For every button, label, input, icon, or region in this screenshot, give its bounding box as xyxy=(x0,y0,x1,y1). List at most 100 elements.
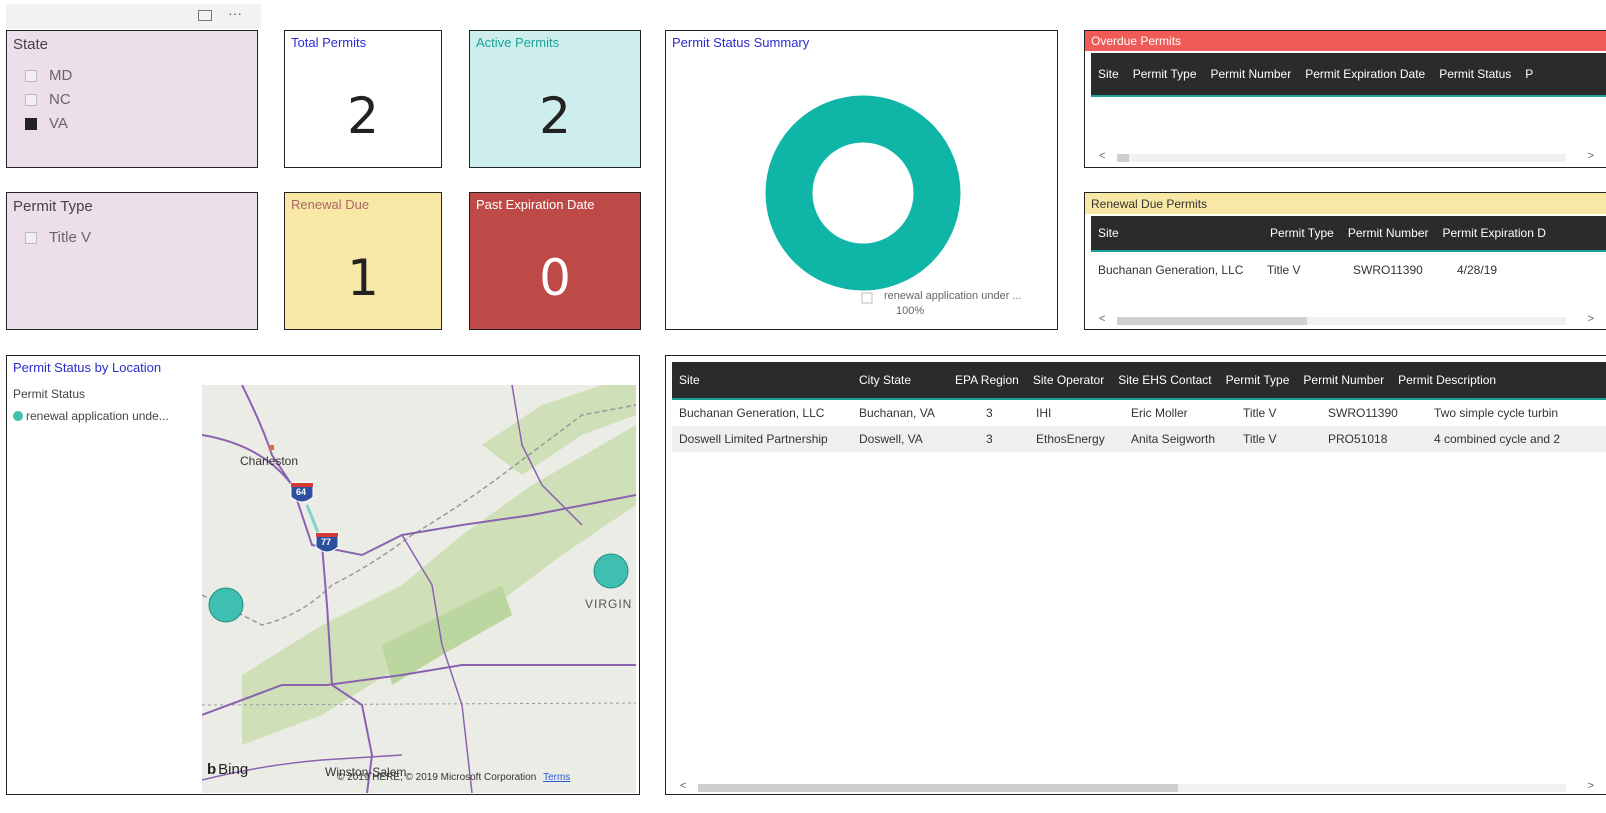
column-header[interactable]: Permit Expiration Date xyxy=(1298,67,1432,81)
state-slicer: State MD NC VA xyxy=(6,30,258,168)
md-checkbox[interactable] xyxy=(25,69,37,82)
map-legend-title: Permit Status xyxy=(13,387,86,401)
map-label-virginia: VIRGIN xyxy=(585,597,633,611)
legend-swatch xyxy=(861,292,873,304)
table-cell: 3 xyxy=(986,432,993,446)
map-label-i77: 77 xyxy=(321,537,332,547)
map-terms-link[interactable]: Terms xyxy=(543,772,570,783)
column-header[interactable]: P xyxy=(1518,67,1540,81)
scroll-left-icon[interactable]: < xyxy=(1099,150,1105,162)
column-header[interactable]: Site xyxy=(672,373,852,387)
table-cell: SWRO11390 xyxy=(1328,406,1398,420)
table-row[interactable]: Buchanan Generation, LLC Buchanan, VA 3 … xyxy=(672,400,1606,426)
card-value: 2 xyxy=(539,87,571,145)
map-legend-item[interactable]: renewal application unde... xyxy=(13,409,169,423)
table-cell: Doswell Limited Partnership xyxy=(679,432,828,446)
card-title: Active Permits xyxy=(476,35,560,50)
column-header[interactable]: Permit Type xyxy=(1263,226,1341,240)
card-value: 0 xyxy=(539,249,571,307)
table-cell: PRO51018 xyxy=(1328,432,1388,446)
horizontal-scrollbar[interactable]: < > xyxy=(674,780,1606,793)
total-permits-card: Total Permits 2 xyxy=(284,30,442,168)
card-value: 2 xyxy=(347,87,379,145)
renewal-header-row: Site Permit Type Permit Number Permit Ex… xyxy=(1091,216,1606,252)
past-expiration-card: Past Expiration Date 0 xyxy=(469,192,641,330)
scroll-right-icon[interactable]: > xyxy=(1588,780,1594,792)
active-permits-card: Active Permits 2 xyxy=(469,30,641,168)
state-option-va[interactable]: VA xyxy=(25,115,68,132)
table-cell: 4 combined cycle and 2 xyxy=(1434,432,1561,446)
bing-icon: b xyxy=(207,761,217,778)
title-v-checkbox[interactable] xyxy=(25,231,37,244)
card-title: Total Permits xyxy=(291,35,367,50)
legend-dot xyxy=(13,411,23,421)
horizontal-scrollbar[interactable]: < > xyxy=(1093,150,1606,163)
column-header[interactable]: Site xyxy=(1091,67,1126,81)
visual-header xyxy=(6,4,261,29)
table-cell: Title V xyxy=(1243,432,1277,446)
column-header[interactable]: Permit Type xyxy=(1126,67,1204,81)
permit-status-map: Permit Status by Location Permit Status … xyxy=(6,355,640,795)
column-header[interactable]: Permit Number xyxy=(1341,226,1436,240)
horizontal-scrollbar[interactable]: < > xyxy=(1093,313,1606,326)
table-cell: SWRO11390 xyxy=(1353,263,1423,277)
permit-status-summary: Permit Status Summary renewal applicatio… xyxy=(665,30,1058,330)
overdue-header-row: Site Permit Type Permit Number Permit Ex… xyxy=(1091,53,1606,97)
table-cell: Buchanan Generation, LLC xyxy=(1098,263,1244,277)
scroll-left-icon[interactable]: < xyxy=(1099,313,1105,325)
map-label-charleston: Charleston xyxy=(240,454,299,468)
column-header[interactable]: Permit Number xyxy=(1204,67,1299,81)
scroll-right-icon[interactable]: > xyxy=(1588,150,1594,162)
column-header[interactable]: Site xyxy=(1091,226,1263,240)
column-header[interactable]: Site EHS Contact xyxy=(1111,373,1218,387)
state-option-md[interactable]: MD xyxy=(25,67,72,84)
map-location-bubble[interactable] xyxy=(593,553,629,589)
more-options-button[interactable]: ··· xyxy=(228,5,242,21)
donut-chart[interactable] xyxy=(666,31,1058,330)
focus-mode-icon[interactable] xyxy=(198,10,212,21)
charleston-marker xyxy=(269,445,274,450)
overdue-title-bar: Overdue Permits xyxy=(1085,31,1606,51)
permit-type-slicer: Permit Type Title V xyxy=(6,192,258,330)
scroll-left-icon[interactable]: < xyxy=(680,780,686,792)
table-cell: Buchanan, VA xyxy=(859,406,935,420)
main-permits-table: Site City State EPA Region Site Operator… xyxy=(665,355,1606,795)
overdue-title: Overdue Permits xyxy=(1091,34,1182,48)
table-cell: Buchanan Generation, LLC xyxy=(679,406,825,420)
summary-legend-pct: 100% xyxy=(896,305,925,317)
table-row[interactable]: Doswell Limited Partnership Doswell, VA … xyxy=(672,426,1606,452)
column-header[interactable]: Permit Number xyxy=(1296,373,1391,387)
renewal-due-card: Renewal Due 1 xyxy=(284,192,442,330)
renewal-due-permits-table: Renewal Due Permits Site Permit Type Per… xyxy=(1084,192,1606,330)
permit-type-option-title-v[interactable]: Title V xyxy=(25,229,91,246)
map-copyright: © 2019 HERE, © 2019 Microsoft Corporatio… xyxy=(337,772,571,783)
renewal-title: Renewal Due Permits xyxy=(1091,197,1208,211)
card-value: 1 xyxy=(347,249,379,307)
nc-checkbox[interactable] xyxy=(25,93,37,106)
table-cell: IHI xyxy=(1036,406,1052,420)
bing-logo: b Bing xyxy=(207,761,249,778)
overdue-permits-table: Overdue Permits Site Permit Type Permit … xyxy=(1084,30,1606,168)
table-cell: 3 xyxy=(986,406,993,420)
state-option-nc[interactable]: NC xyxy=(25,91,71,108)
column-header[interactable]: EPA Region xyxy=(948,373,1026,387)
card-title: Renewal Due xyxy=(291,197,370,212)
column-header[interactable]: Permit Expiration D xyxy=(1436,226,1553,240)
permit-type-slicer-title: Permit Type xyxy=(13,198,93,215)
scroll-right-icon[interactable]: > xyxy=(1588,313,1594,325)
column-header[interactable]: Site Operator xyxy=(1026,373,1111,387)
column-header[interactable]: Permit Status xyxy=(1432,67,1518,81)
column-header[interactable]: City State xyxy=(852,373,948,387)
map-location-bubble[interactable] xyxy=(208,587,244,623)
map-title: Permit Status by Location xyxy=(13,360,162,375)
column-header[interactable]: Permit Type xyxy=(1219,373,1297,387)
card-title: Past Expiration Date xyxy=(476,197,595,212)
state-slicer-title: State xyxy=(13,36,49,53)
summary-legend-label: renewal application under ... xyxy=(884,290,1022,302)
renewal-title-bar: Renewal Due Permits xyxy=(1085,193,1606,214)
donut-slice-renewal[interactable] xyxy=(765,95,961,291)
table-cell: 4/28/19 xyxy=(1457,263,1498,277)
map-canvas[interactable] xyxy=(202,385,636,793)
column-header[interactable]: Permit Description xyxy=(1391,373,1503,387)
va-checkbox[interactable] xyxy=(25,117,37,130)
